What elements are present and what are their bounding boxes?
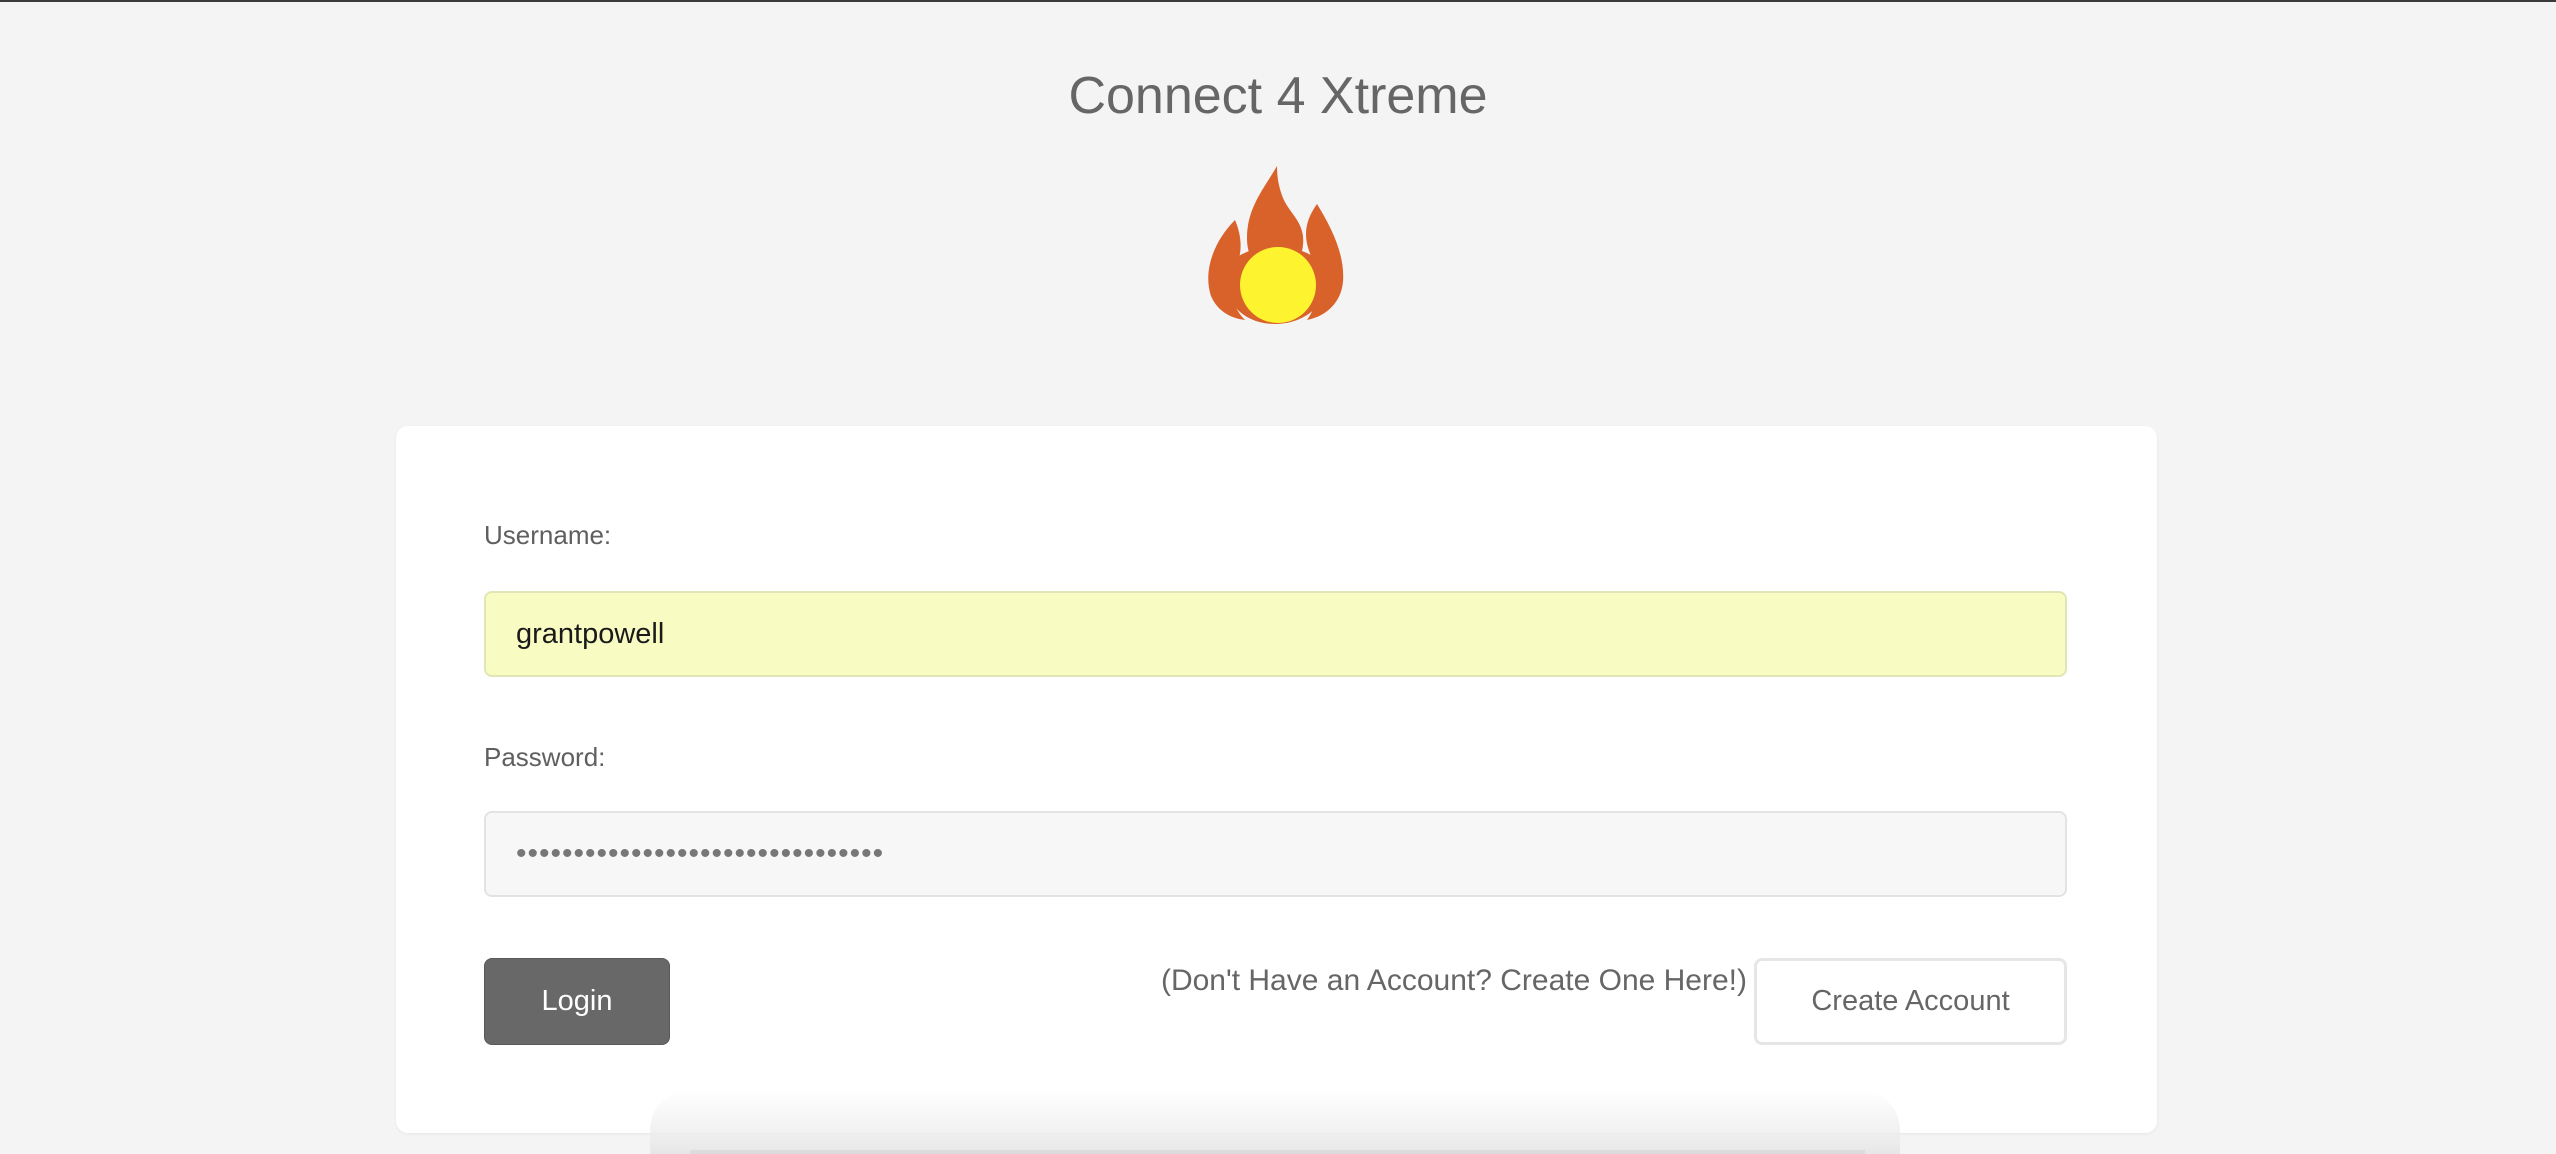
bottom-overlay-edge bbox=[690, 1150, 1865, 1154]
window-top-edge bbox=[0, 0, 2556, 2]
flame-ball-icon bbox=[1205, 160, 1347, 330]
login-card: Username: Password: Login (Don't Have an… bbox=[396, 426, 2157, 1133]
signup-hint: (Don't Have an Account? Create One Here!… bbox=[1160, 964, 1747, 997]
password-label: Password: bbox=[484, 742, 606, 772]
username-input[interactable] bbox=[484, 591, 2067, 677]
username-label: Username: bbox=[484, 520, 612, 550]
login-button[interactable]: Login bbox=[484, 958, 670, 1045]
password-input[interactable] bbox=[484, 811, 2067, 897]
create-account-button[interactable]: Create Account bbox=[1754, 958, 2067, 1045]
page-title: Connect 4 Xtreme bbox=[1068, 67, 1488, 125]
